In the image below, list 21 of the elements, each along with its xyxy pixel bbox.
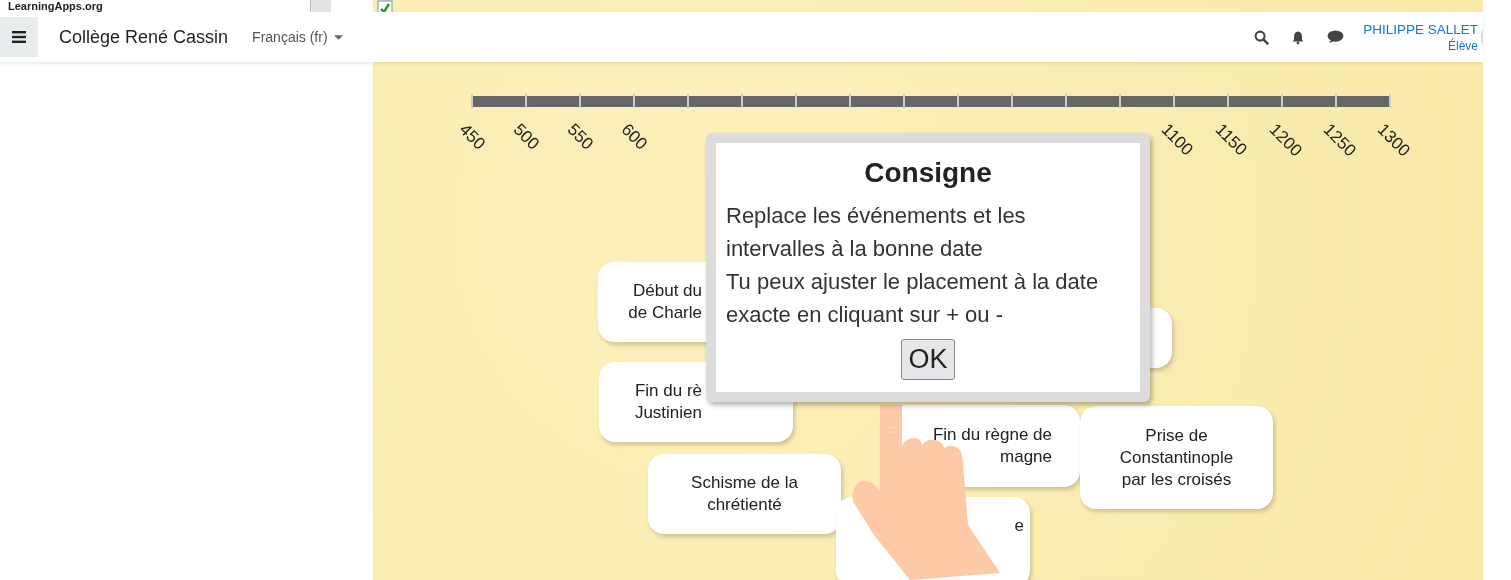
user-role: Élève: [1447, 38, 1478, 53]
chat-bubble-icon[interactable]: [1327, 30, 1345, 44]
instruction-text: Replace les événements et les: [726, 202, 1027, 230]
search-icon[interactable]: [1254, 29, 1270, 45]
language-dropdown[interactable]: Français (fr): [252, 29, 343, 45]
page-title: LearningApps.org: [8, 0, 103, 12]
menu-icon: [12, 31, 26, 43]
caret-icon: [333, 34, 343, 40]
event-card[interactable]: Prise de Constantinople par les croisés: [1080, 406, 1273, 509]
bell-icon[interactable]: [1291, 29, 1306, 45]
menu-button[interactable]: [0, 17, 38, 57]
ok-button[interactable]: OK: [901, 339, 955, 380]
timeline-label: 500: [508, 120, 544, 155]
event-card[interactable]: Schisme de la chrétienté: [648, 454, 841, 534]
instruction-text: intervalles à la bonne date: [726, 235, 984, 263]
timeline-label: 600: [616, 120, 652, 155]
site-name-link[interactable]: Collège René Cassin: [59, 26, 229, 48]
timeline-label: 550: [562, 120, 598, 155]
timeline-label: 450: [454, 120, 490, 155]
user-name-link[interactable]: PHILIPPE SALLET: [1363, 21, 1478, 37]
dialog-title: Consigne: [863, 157, 993, 189]
